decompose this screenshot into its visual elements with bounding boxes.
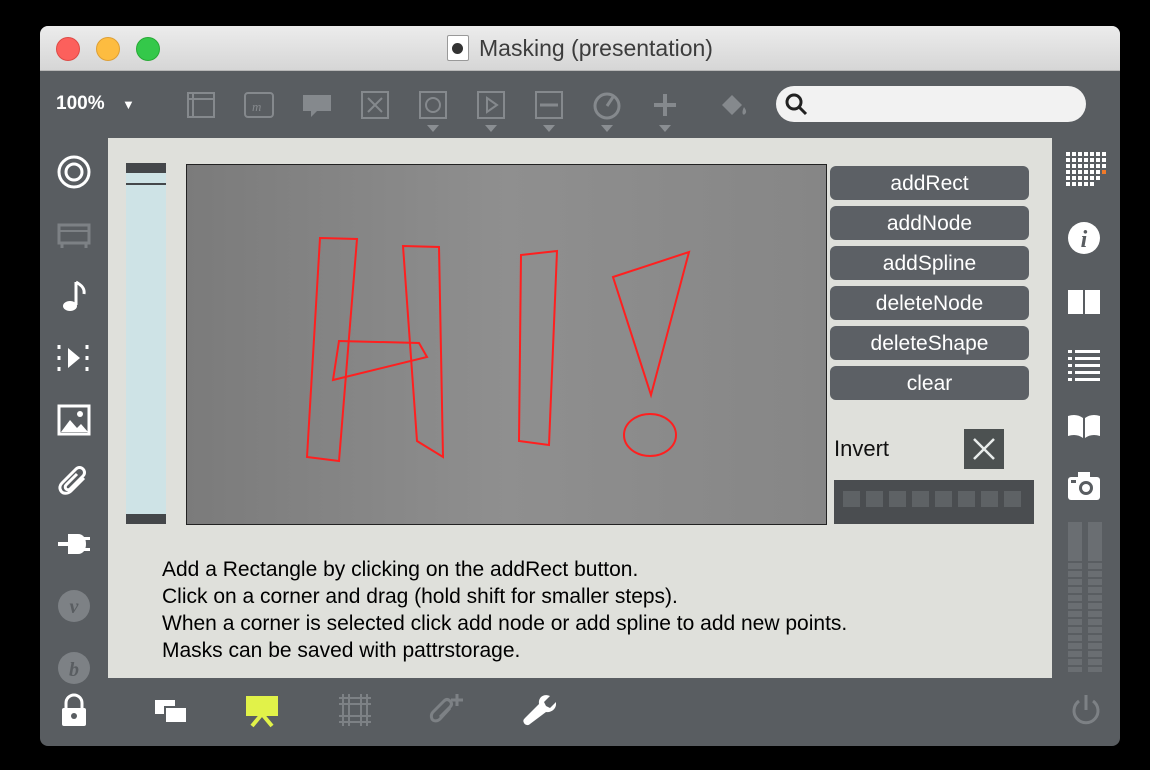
paperclip-add-icon[interactable] bbox=[428, 692, 464, 728]
slider-line bbox=[126, 183, 166, 185]
grid-icon[interactable] bbox=[337, 692, 373, 728]
paint-bucket-icon[interactable] bbox=[718, 89, 750, 121]
matrix-cell[interactable] bbox=[843, 491, 860, 507]
search-icon bbox=[785, 93, 808, 116]
deletenode-button[interactable]: deleteNode bbox=[830, 286, 1029, 320]
book-icon[interactable] bbox=[1066, 408, 1102, 444]
addnode-button[interactable]: addNode bbox=[830, 206, 1029, 240]
svg-text:v: v bbox=[70, 596, 80, 618]
help-line: Masks can be saved with pattrstorage. bbox=[162, 639, 521, 662]
zoom-level[interactable]: 100% bbox=[56, 93, 105, 115]
toggle-icon[interactable] bbox=[359, 89, 391, 121]
vizzie-icon[interactable]: v bbox=[56, 588, 92, 624]
slider-bottom bbox=[126, 514, 166, 524]
matrix-cell[interactable] bbox=[1004, 491, 1021, 507]
list-icon[interactable] bbox=[1066, 346, 1102, 382]
matrix-cell[interactable] bbox=[866, 491, 883, 507]
comment-icon[interactable] bbox=[301, 89, 333, 121]
matrix-cell[interactable] bbox=[981, 491, 998, 507]
chevron-down-icon[interactable] bbox=[485, 125, 497, 132]
invert-toggle[interactable] bbox=[964, 429, 1004, 469]
wrench-icon[interactable] bbox=[520, 692, 557, 728]
matrix-cell[interactable] bbox=[912, 491, 929, 507]
help-line: Click on a corner and drag (hold shift f… bbox=[162, 585, 678, 608]
chevron-down-icon[interactable]: ▼ bbox=[122, 97, 135, 112]
meter-icon bbox=[1066, 522, 1102, 672]
search-box[interactable] bbox=[776, 86, 1086, 122]
chevron-down-icon[interactable] bbox=[427, 125, 439, 132]
vertical-slider[interactable] bbox=[126, 163, 166, 524]
button-icon[interactable] bbox=[417, 89, 449, 132]
addspline-button[interactable]: addSpline bbox=[830, 246, 1029, 280]
window-title: Masking (presentation) bbox=[479, 34, 713, 61]
info-icon[interactable]: i bbox=[1066, 220, 1102, 256]
object-box-icon[interactable] bbox=[185, 89, 217, 121]
help-text: Add a Rectangle by clicking on the addRe… bbox=[162, 556, 847, 664]
matrix-cell[interactable] bbox=[889, 491, 906, 507]
chevron-down-icon[interactable] bbox=[601, 125, 613, 132]
add-icon[interactable] bbox=[649, 89, 681, 132]
invert-label: Invert bbox=[834, 436, 890, 461]
mask-shape[interactable] bbox=[517, 249, 559, 447]
chevron-down-icon[interactable] bbox=[659, 125, 671, 132]
power-icon[interactable] bbox=[1068, 692, 1104, 728]
app-window: Masking (presentation) 100% ▼ m v b addR… bbox=[40, 26, 1120, 746]
dial-icon[interactable] bbox=[591, 89, 623, 132]
right-sidebar: i bbox=[1052, 138, 1120, 678]
plug-icon[interactable] bbox=[56, 526, 92, 562]
message-icon[interactable]: m bbox=[243, 89, 275, 121]
left-sidebar: v b bbox=[40, 138, 108, 684]
title-bar: Masking (presentation) bbox=[40, 26, 1120, 71]
target-icon[interactable] bbox=[56, 154, 92, 190]
mask-shape[interactable] bbox=[611, 250, 691, 399]
grid-icon[interactable] bbox=[1066, 152, 1106, 188]
device-icon[interactable] bbox=[56, 216, 92, 252]
clear-button[interactable]: clear bbox=[830, 366, 1029, 400]
document-icon bbox=[447, 35, 470, 61]
search-input[interactable] bbox=[820, 92, 1074, 118]
chevron-down-icon[interactable] bbox=[543, 125, 555, 132]
presentation-icon[interactable] bbox=[244, 692, 280, 728]
matrix-control[interactable] bbox=[834, 480, 1034, 524]
paperclip-icon[interactable] bbox=[56, 464, 92, 500]
windows-icon[interactable] bbox=[153, 692, 189, 728]
help-line: When a corner is selected click add node… bbox=[162, 612, 848, 635]
mask-shape[interactable] bbox=[305, 236, 359, 463]
mask-shape[interactable] bbox=[623, 413, 677, 457]
patcher-canvas: addRect addNode addSpline deleteNode del… bbox=[108, 138, 1052, 678]
camera-icon[interactable] bbox=[1066, 468, 1102, 504]
image-icon[interactable] bbox=[56, 402, 92, 438]
help-line: Add a Rectangle by clicking on the addRe… bbox=[162, 558, 639, 581]
media-icon[interactable] bbox=[56, 340, 92, 376]
slider-icon[interactable] bbox=[533, 89, 565, 132]
svg-text:m: m bbox=[252, 99, 261, 114]
mask-display[interactable] bbox=[186, 164, 827, 525]
lock-icon[interactable] bbox=[56, 692, 92, 728]
columns-icon[interactable] bbox=[1066, 284, 1102, 320]
deleteshape-button[interactable]: deleteShape bbox=[830, 326, 1029, 360]
addrect-button[interactable]: addRect bbox=[830, 166, 1029, 200]
music-note-icon[interactable] bbox=[56, 278, 92, 314]
svg-text:i: i bbox=[1081, 227, 1088, 253]
matrix-cell[interactable] bbox=[958, 491, 975, 507]
slider-knob bbox=[126, 163, 166, 173]
play-icon[interactable] bbox=[475, 89, 507, 132]
close-icon bbox=[973, 438, 995, 460]
bottom-toolbar bbox=[40, 678, 1120, 746]
matrix-cell[interactable] bbox=[935, 491, 952, 507]
toolbar: 100% ▼ m bbox=[40, 71, 1120, 137]
